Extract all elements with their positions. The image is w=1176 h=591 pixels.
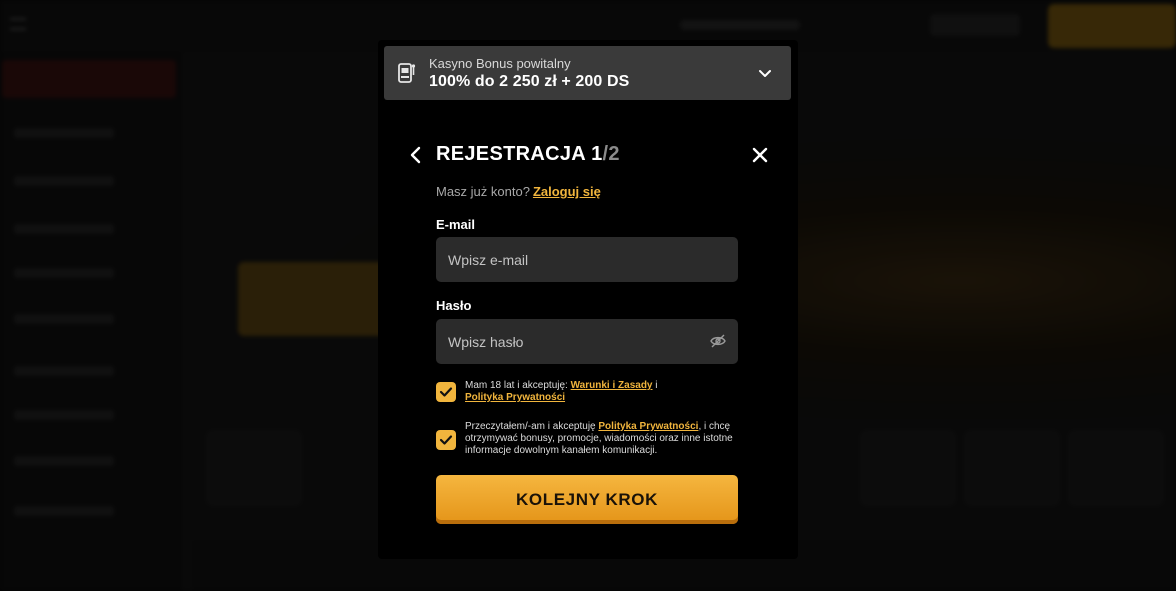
email-field[interactable] [436,237,738,282]
registration-step-total: /2 [602,143,620,165]
next-step-button[interactable]: KOLEJNY KROK [436,475,738,524]
have-account-text: Masz już konto? Zaloguj się [436,184,601,199]
terms-link[interactable]: Warunki i Zasady [571,380,653,391]
chevron-down-icon[interactable] [757,66,773,82]
back-arrow-icon[interactable] [408,145,424,165]
marketing-consent-text: Przeczytałem/-am i akceptuję Polityka Pr… [465,421,745,457]
bonus-title: 100% do 2 250 zł + 200 DS [429,73,630,90]
checkmark-icon [439,387,453,397]
checkmark-icon [439,435,453,445]
have-account-label: Masz już konto? [436,184,530,199]
terms-text-before: Mam 18 lat i akceptuję: [465,380,571,391]
login-link[interactable]: Zaloguj się [533,184,601,199]
privacy-policy-link[interactable]: Polityka Prywatności [465,392,565,403]
terms-consent-text: Mam 18 lat i akceptuję: Warunki i Zasady… [465,380,745,404]
password-field[interactable] [436,319,738,364]
registration-title: REJESTRACJA 1/2 [436,143,620,166]
password-label: Hasło [436,298,472,313]
bonus-selector[interactable]: Kasyno Bonus powitalny 100% do 2 250 zł … [384,46,791,100]
registration-modal: Kasyno Bonus powitalny 100% do 2 250 zł … [378,40,798,559]
email-label: E-mail [436,217,476,232]
slot-machine-icon [398,63,416,83]
eye-off-icon[interactable] [710,334,726,348]
marketing-text-before: Przeczytałem/-am i akceptuję [465,421,599,432]
registration-step: REJESTRACJA 1 [436,143,603,165]
close-icon[interactable] [750,145,770,165]
terms-text-mid: i [652,380,658,391]
password-field-wrapper [436,319,738,364]
terms-checkbox[interactable] [436,382,456,402]
marketing-privacy-link[interactable]: Polityka Prywatności [598,421,698,432]
bonus-subtitle: Kasyno Bonus powitalny [429,56,571,71]
screen: Kasyno Bonus powitalny 100% do 2 250 zł … [0,0,1176,591]
marketing-checkbox[interactable] [436,430,456,450]
email-field-wrapper [436,237,738,282]
